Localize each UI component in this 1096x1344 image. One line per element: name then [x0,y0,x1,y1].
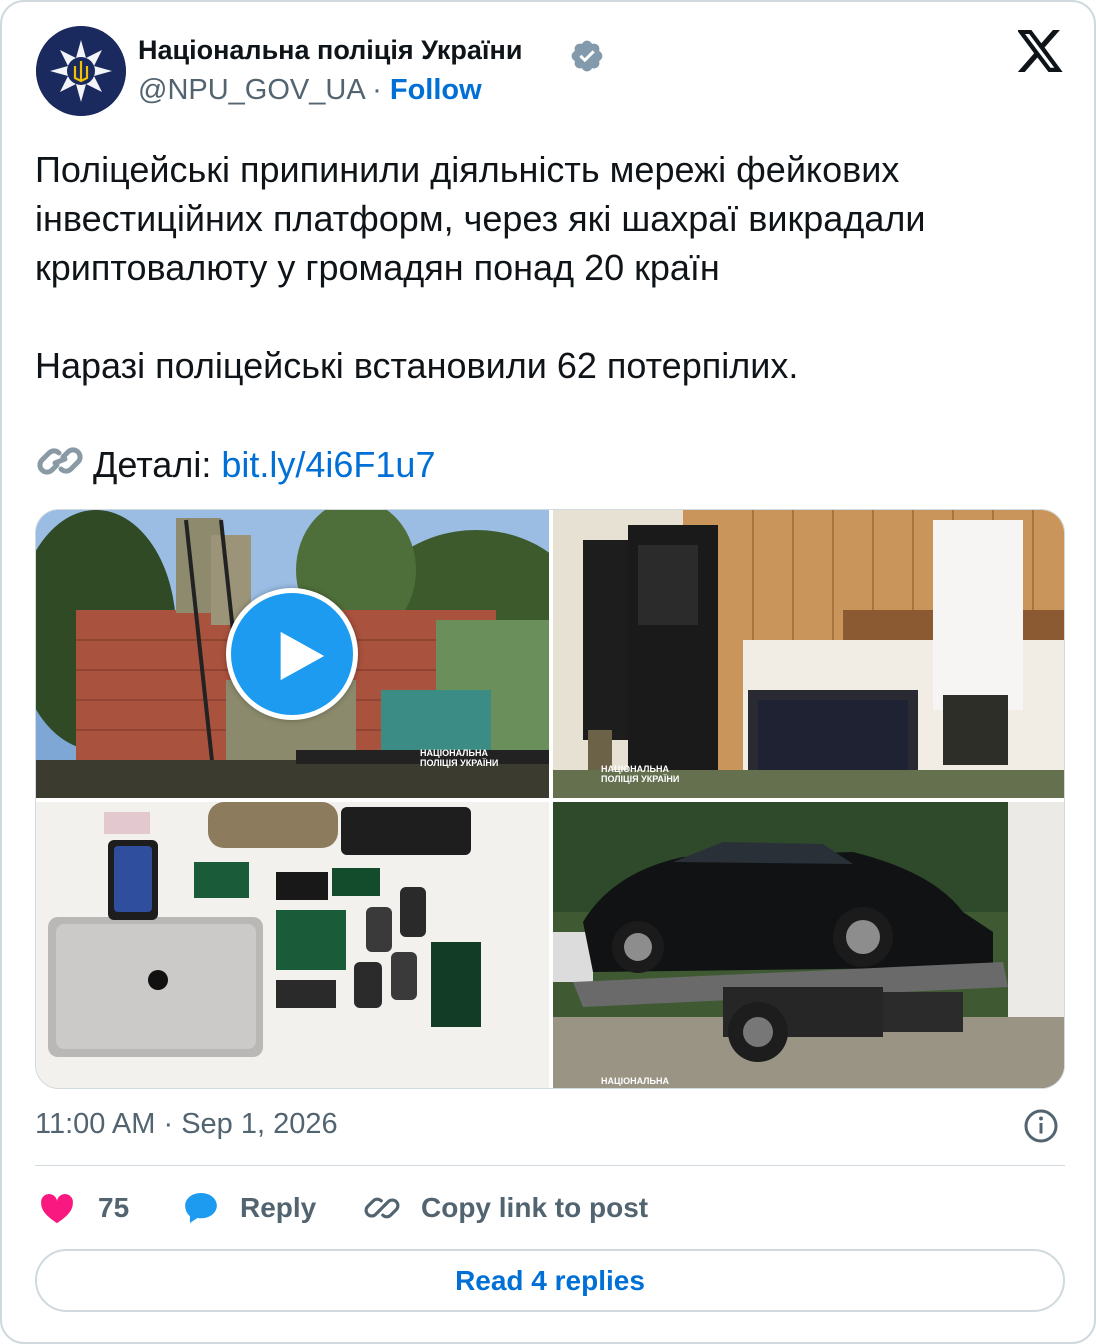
watermark-line1: НАЦІОНАЛЬНА [601,1076,669,1086]
verified-badge-icon [571,40,603,72]
watermark-line1: НАЦІОНАЛЬНА [601,764,669,774]
details-label: Деталі: [93,444,212,485]
tweet-timestamp[interactable]: 11:00 AM · Sep 1, 2026 [35,1108,338,1141]
photo-watermark-4: НАЦІОНАЛЬНА [601,1076,669,1086]
like-button[interactable]: 75 [38,1186,129,1230]
photo-items-image [36,802,549,1088]
video-watermark: НАЦІОНАЛЬНА ПОЛІЦІЯ УКРАЇНИ [420,748,498,768]
tweet-embed-card: Національна поліція України @NPU_GOV_UA … [0,0,1096,1344]
tweet-paragraph-2: Наразі поліцейські встановили 62 потерпі… [35,345,799,386]
divider [35,1165,1065,1166]
info-icon[interactable] [1023,1108,1059,1144]
link-icon [364,1197,400,1219]
media-video-tile[interactable]: НАЦІОНАЛЬНА ПОЛІЦІЯ УКРАЇНИ [36,510,549,798]
copy-link-button[interactable]: Copy link to post [363,1186,648,1230]
media-photo-tile-3[interactable] [36,802,549,1088]
author-avatar[interactable] [36,26,126,116]
photo-bedroom-image [553,510,1064,798]
timestamp-time: 11:00 AM [35,1108,156,1140]
follow-button[interactable]: Follow [390,74,482,106]
handle-separator: · [372,74,382,106]
watermark-line2: ПОЛІЦІЯ УКРАЇНИ [601,774,680,784]
author-display-name[interactable]: Національна поліція України [138,35,522,66]
timestamp-separator: · [163,1108,174,1140]
photo-watermark-2: НАЦІОНАЛЬНА ПОЛІЦІЯ УКРАЇНИ [601,764,679,784]
watermark-line1: НАЦІОНАЛЬНА [420,748,488,758]
like-count: 75 [98,1192,130,1223]
link-emoji-icon [37,447,83,475]
media-photo-tile-4[interactable]: НАЦІОНАЛЬНА [553,802,1064,1088]
photo-car-tow-truck-image [553,802,1064,1088]
author-handle-row: @NPU_GOV_UA · Follow [138,74,482,107]
media-photo-tile-2[interactable]: НАЦІОНАЛЬНА ПОЛІЦІЯ УКРАЇНИ [553,510,1064,798]
reply-button[interactable]: Reply [182,1186,316,1230]
heart-icon [41,1194,73,1224]
reply-bubble-icon [185,1192,217,1224]
timestamp-date: Sep 1, 2026 [181,1108,338,1140]
tweet-text: Поліцейські припинили діяльність мережі … [35,145,1065,489]
read-replies-button[interactable]: Read 4 replies [35,1249,1065,1312]
play-button[interactable] [226,588,358,720]
police-star-emblem-icon [36,26,126,116]
play-icon [280,631,325,681]
reply-label: Reply [240,1192,317,1223]
media-grid: НАЦІОНАЛЬНА ПОЛІЦІЯ УКРАЇНИ НАЦІОНАЛЬНА … [35,509,1065,1089]
x-logo-icon[interactable] [1018,30,1064,72]
tweet-paragraph-1: Поліцейські припинили діяльність мережі … [35,149,926,288]
copy-link-label: Copy link to post [421,1192,649,1223]
tweet-details-line: Деталі: bit.ly/4i6F1u7 [35,439,1065,489]
details-link[interactable]: bit.ly/4i6F1u7 [221,444,435,485]
watermark-line2: ПОЛІЦІЯ УКРАЇНИ [420,758,499,768]
author-handle[interactable]: @NPU_GOV_UA [138,74,364,106]
